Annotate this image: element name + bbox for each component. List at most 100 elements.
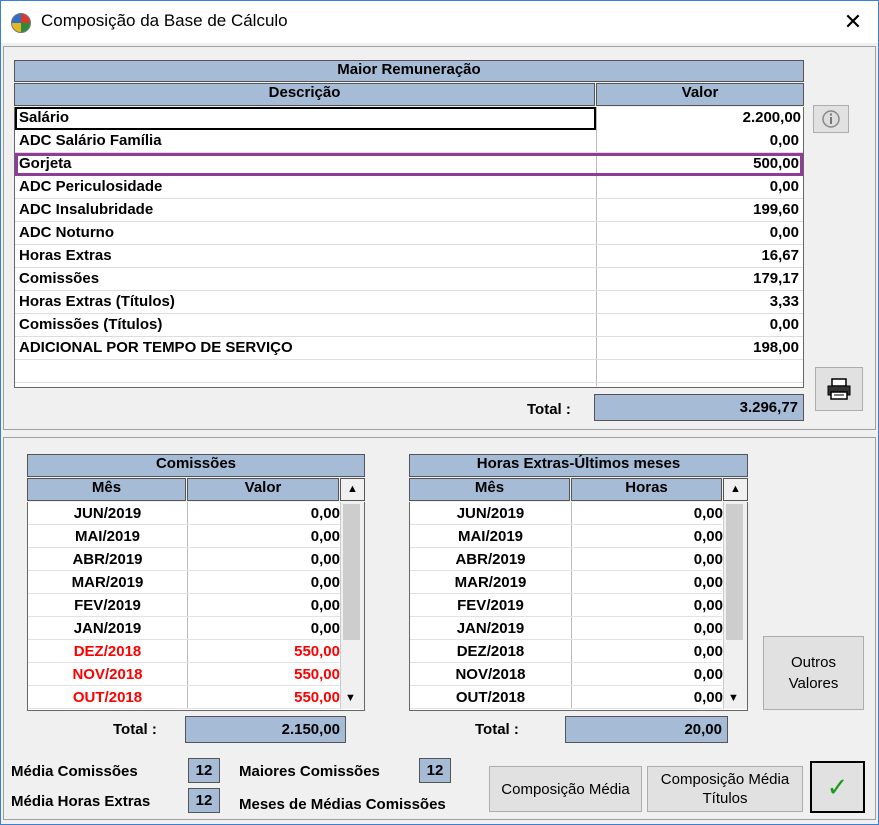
outros-valores-label-1: Outros (790, 654, 836, 671)
row-value: 0,00 (310, 620, 340, 637)
row-month: NOV/2018 (455, 666, 526, 683)
media-horas-extras-value[interactable]: 12 (188, 788, 220, 813)
table-row[interactable]: JUN/2019 0,00 (410, 502, 723, 525)
table-row[interactable]: MAI/2019 0,00 (410, 525, 723, 548)
comissoes-scrollbar[interactable]: ▼ (340, 502, 364, 709)
table-row[interactable]: ADC Periculosidade 0,00 (15, 176, 803, 199)
media-comissoes-label: Média Comissões (11, 763, 138, 780)
row-value: 3,33 (769, 293, 799, 310)
row-month: JAN/2019 (73, 620, 142, 637)
table-row[interactable]: MAR/2019 0,00 (410, 571, 723, 594)
table-row[interactable]: Horas Extras (Títulos) 3,33 (15, 291, 803, 314)
row-month: DEZ/2018 (456, 643, 525, 660)
composicao-media-button[interactable]: Composição Média (489, 766, 642, 812)
comissoes-scroll-header: ▲ (340, 478, 365, 501)
row-description: ADC Insalubridade (19, 201, 154, 218)
row-value: 0,00 (693, 620, 723, 637)
table-row[interactable]: Comissões (Títulos) 0,00 (15, 314, 803, 337)
media-comissoes-value[interactable]: 12 (188, 758, 220, 783)
table-row[interactable]: Salário 2.200,00 (15, 107, 801, 130)
info-button[interactable] (813, 105, 849, 133)
meses-medias-comissoes-label: Meses de Médias Comissões (239, 796, 446, 813)
row-description: ADC Periculosidade (19, 178, 163, 195)
table-row[interactable]: OUT/2018 550,00 (28, 686, 340, 709)
printer-icon (827, 378, 851, 400)
row-month: FEV/2019 (74, 597, 141, 614)
horas-extras-total-value: 20,00 (565, 716, 728, 743)
scroll-down-icon[interactable]: ▼ (728, 692, 739, 704)
table-row[interactable]: ADICIONAL POR TEMPO DE SERVIÇO 198,00 (15, 337, 803, 360)
horas-extras-col-mes[interactable]: Mês (409, 478, 570, 501)
scroll-up-icon[interactable]: ▲ (730, 483, 741, 495)
table-row[interactable]: FEV/2019 0,00 (410, 594, 723, 617)
comissoes-total-value: 2.150,00 (185, 716, 346, 743)
col-valor-header[interactable]: Valor (596, 83, 804, 106)
row-value: 0,00 (693, 528, 723, 545)
window-title: Composição da Base de Cálculo (41, 11, 288, 30)
horas-extras-grid: ▼ JUN/2019 0,00 MAI/2019 0,00 ABR/2019 0,00 MA… (409, 502, 748, 711)
comissoes-col-valor[interactable]: Valor (187, 478, 339, 501)
row-description: Comissões (19, 270, 100, 287)
composicao-media-titulos-button[interactable]: Composição Média Títulos (647, 766, 803, 812)
table-row[interactable]: JAN/2019 0,00 (28, 617, 340, 640)
row-month: OUT/2018 (455, 689, 526, 706)
maiores-comissoes-value[interactable]: 12 (419, 758, 451, 783)
row-value: 0,00 (769, 132, 799, 149)
maior-remuneracao-title: Maior Remuneração (14, 60, 804, 82)
comissoes-col-mes[interactable]: Mês (27, 478, 186, 501)
row-month: NOV/2018 (72, 666, 143, 683)
row-month: MAR/2019 (71, 574, 144, 591)
outros-valores-label-2: Valores (788, 675, 839, 692)
outros-valores-button[interactable]: Outros Valores (763, 636, 864, 710)
row-value: 0,00 (310, 597, 340, 614)
table-row[interactable]: ADC Noturno 0,00 (15, 222, 803, 245)
table-row[interactable]: ADC Salário Família 0,00 (15, 130, 803, 153)
media-horas-extras-label: Média Horas Extras (11, 793, 151, 810)
ok-button[interactable]: ✓ (810, 761, 865, 813)
horas-scrollbar[interactable]: ▼ (723, 502, 747, 709)
table-row[interactable]: FEV/2019 0,00 (28, 594, 340, 617)
scroll-thumb[interactable] (343, 504, 360, 640)
row-value: 0,00 (693, 666, 723, 683)
table-row[interactable]: JAN/2019 0,00 (410, 617, 723, 640)
row-value: 0,00 (693, 643, 723, 660)
row-month: MAR/2019 (454, 574, 527, 591)
close-button[interactable]: ✕ (838, 7, 868, 37)
table-row[interactable]: ABR/2019 0,00 (410, 548, 723, 571)
row-month: JUN/2019 (73, 505, 142, 522)
row-value: 0,00 (769, 316, 799, 333)
composicao-titulos-label-1: Composição Média (660, 771, 790, 788)
table-row[interactable]: OUT/2018 0,00 (410, 686, 723, 709)
scroll-up-icon[interactable]: ▲ (347, 483, 358, 495)
horas-extras-col-horas[interactable]: Horas (571, 478, 722, 501)
comissoes-title: Comissões (27, 454, 365, 477)
row-value: 199,60 (753, 201, 799, 218)
empty-row (15, 360, 803, 383)
table-row[interactable]: MAI/2019 0,00 (28, 525, 340, 548)
table-row[interactable]: MAR/2019 0,00 (28, 571, 340, 594)
row-value: 0,00 (769, 178, 799, 195)
table-row[interactable]: Horas Extras 16,67 (15, 245, 803, 268)
table-row[interactable]: ABR/2019 0,00 (28, 548, 340, 571)
table-row[interactable]: NOV/2018 0,00 (410, 663, 723, 686)
row-value: 0,00 (310, 505, 340, 522)
print-button[interactable] (815, 367, 863, 411)
col-descricao-header[interactable]: Descrição (14, 83, 595, 106)
table-row[interactable]: NOV/2018 550,00 (28, 663, 340, 686)
scroll-down-icon[interactable]: ▼ (345, 692, 356, 704)
maior-remuneracao-total-label: Total : (527, 401, 571, 418)
row-description: Gorjeta (19, 155, 72, 172)
row-value: 550,00 (294, 643, 340, 660)
scroll-thumb[interactable] (726, 504, 743, 640)
row-description: ADC Noturno (19, 224, 114, 241)
row-month: MAI/2019 (457, 528, 524, 545)
table-row[interactable]: JUN/2019 0,00 (28, 502, 340, 525)
table-row[interactable]: Gorjeta 500,00 (15, 153, 803, 176)
table-row[interactable]: DEZ/2018 550,00 (28, 640, 340, 663)
table-row[interactable]: DEZ/2018 0,00 (410, 640, 723, 663)
row-value: 550,00 (294, 689, 340, 706)
table-row[interactable]: ADC Insalubridade 199,60 (15, 199, 803, 222)
table-row[interactable]: Comissões 179,17 (15, 268, 803, 291)
row-value: 0,00 (693, 551, 723, 568)
row-value: 0,00 (693, 689, 723, 706)
